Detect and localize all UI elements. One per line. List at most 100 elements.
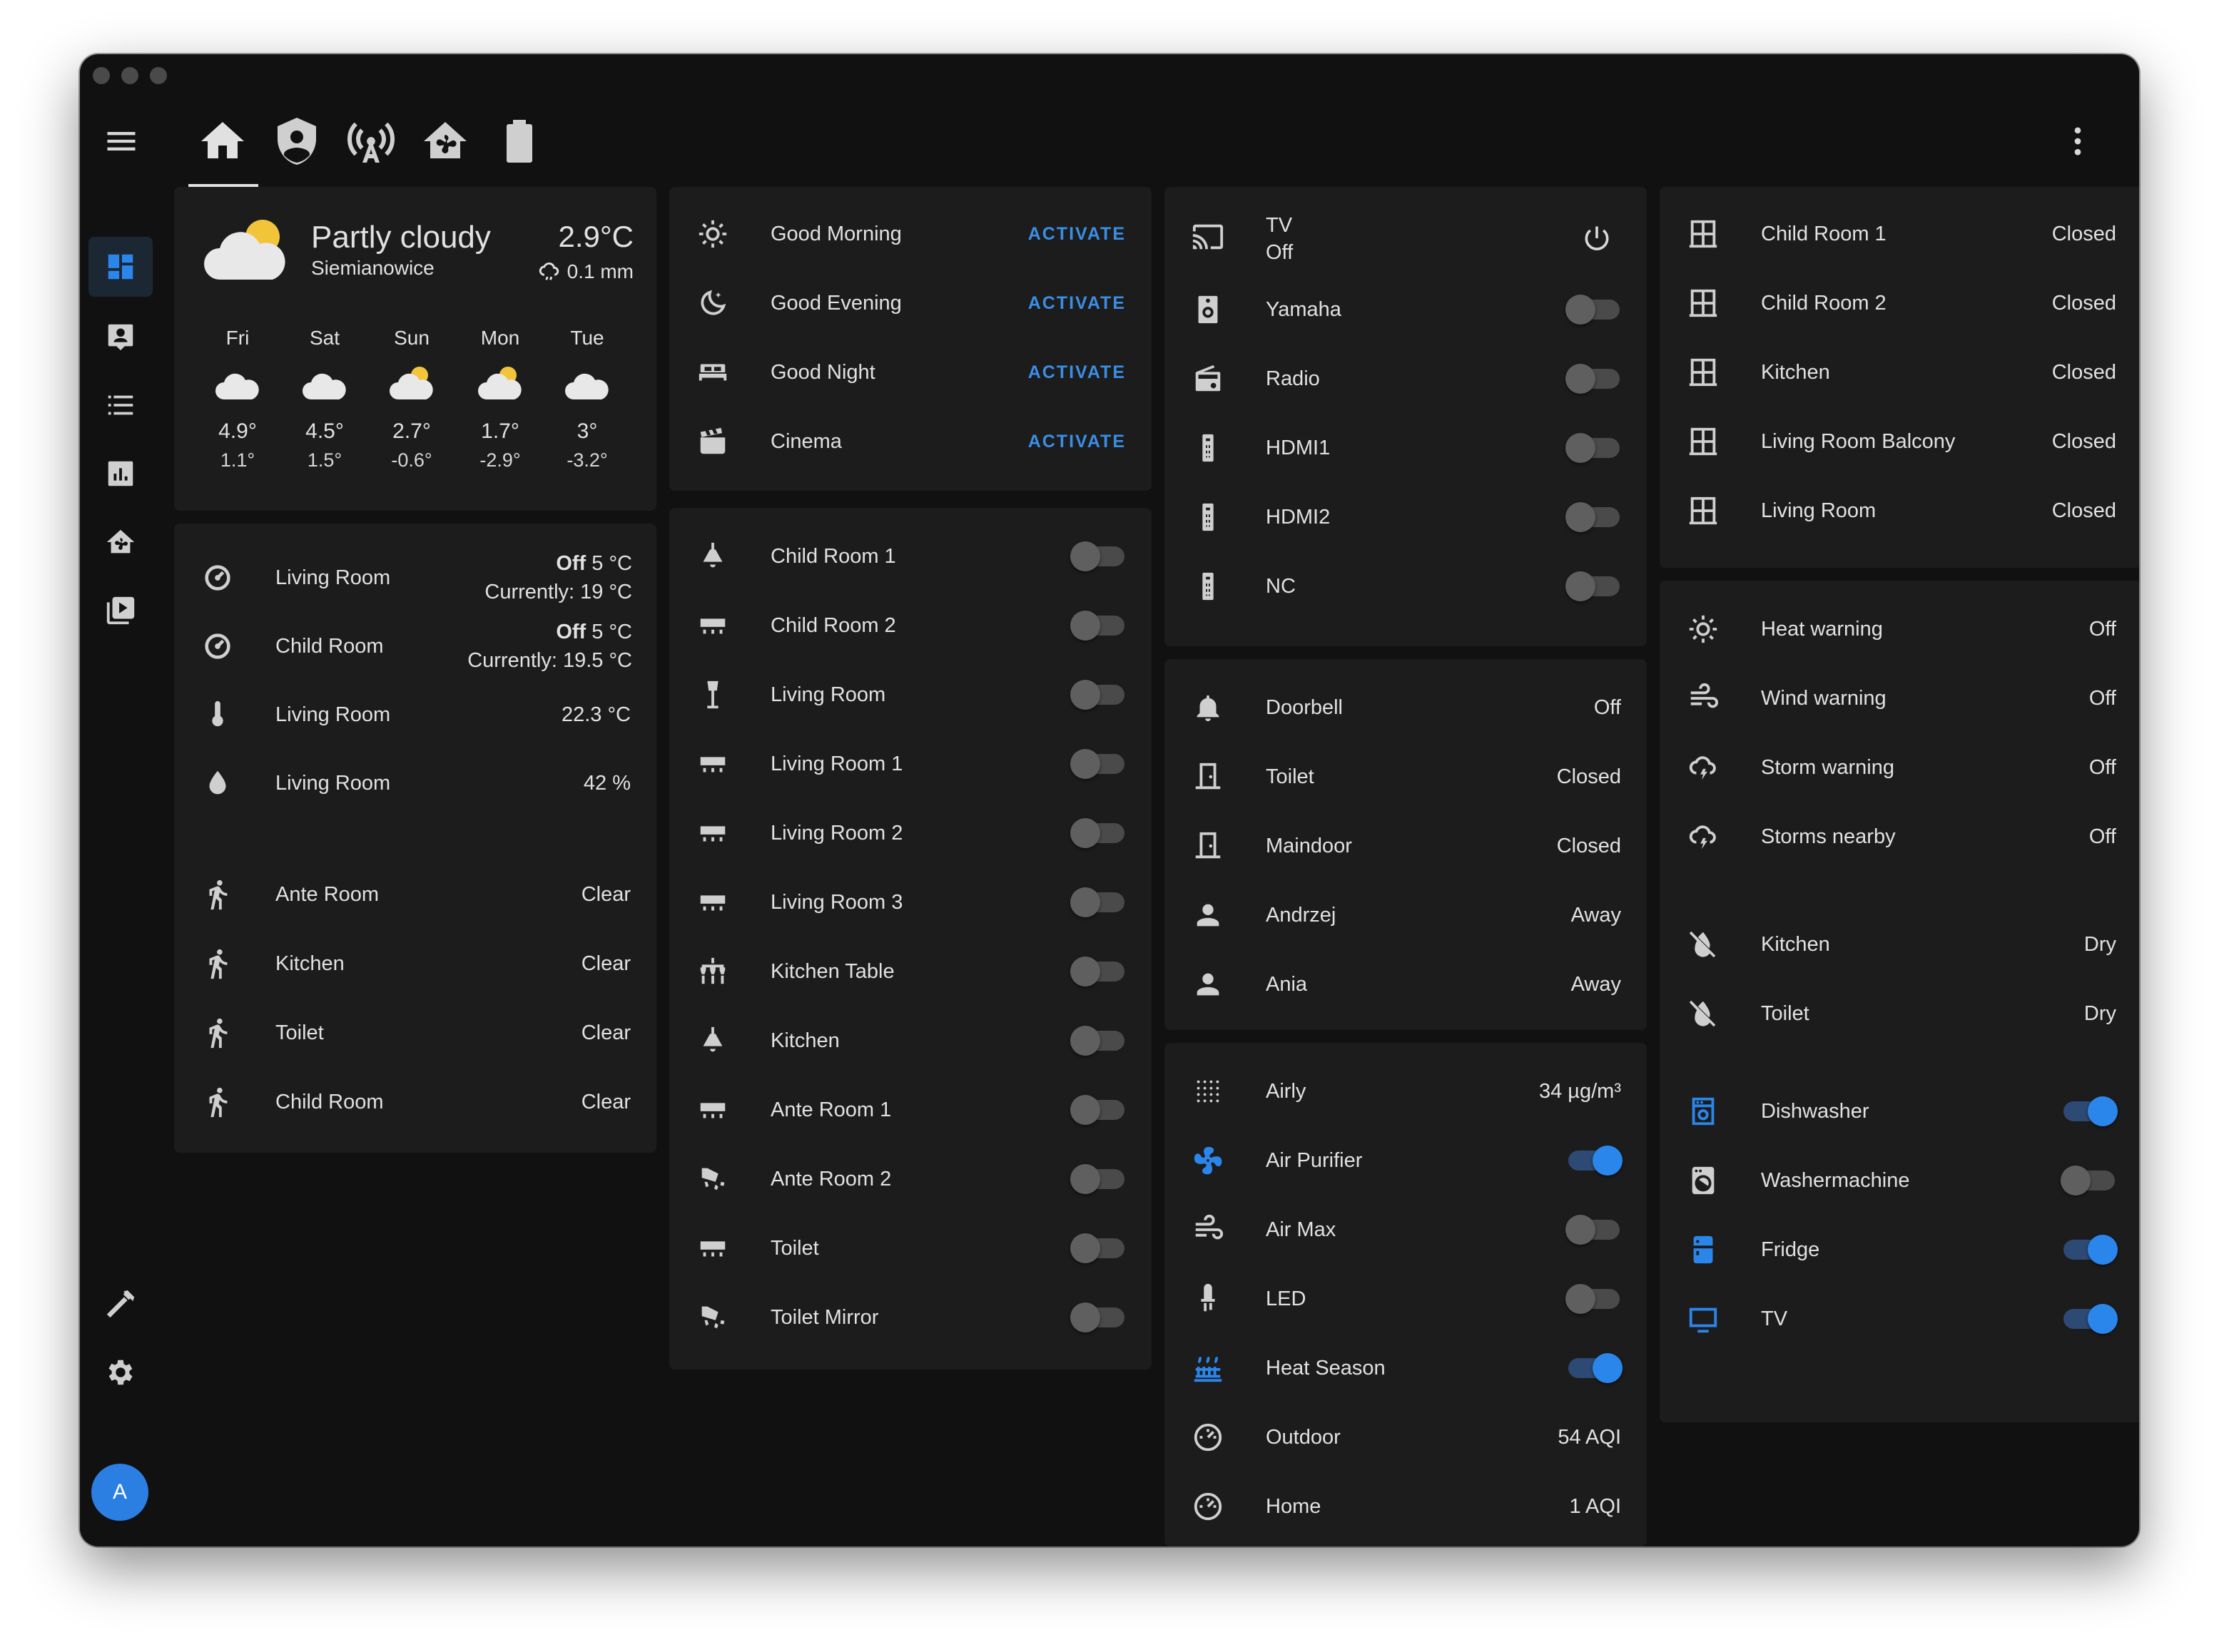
toggle-knob <box>1070 1233 1100 1263</box>
toggle-switch[interactable] <box>1070 1095 1124 1125</box>
scene-row[interactable]: Good Night ACTIVATE <box>669 338 1152 407</box>
menu-icon[interactable] <box>103 123 140 160</box>
toggle-switch[interactable] <box>2063 1235 2118 1265</box>
light-row[interactable]: Living Room 1 <box>669 730 1152 798</box>
toggle-switch[interactable] <box>1565 571 1620 601</box>
zoom-dot[interactable] <box>150 67 167 84</box>
toggle-switch[interactable] <box>1070 680 1124 710</box>
scene-row[interactable]: Cinema ACTIVATE <box>669 407 1152 476</box>
air-row[interactable]: Air Purifier <box>1164 1126 1647 1195</box>
toggle-switch[interactable] <box>1565 1215 1620 1245</box>
toggle-switch[interactable] <box>1070 1302 1124 1332</box>
scene-row[interactable]: Good Evening ACTIVATE <box>669 269 1152 337</box>
tab-security[interactable] <box>271 116 323 167</box>
scene-row[interactable]: Good Morning ACTIVATE <box>669 200 1152 268</box>
tab-network[interactable] <box>345 116 397 167</box>
close-dot[interactable] <box>93 67 110 84</box>
activate-button[interactable]: ACTIVATE <box>1028 293 1126 314</box>
toggle-switch[interactable] <box>1565 295 1620 325</box>
activate-button[interactable]: ACTIVATE <box>1028 362 1126 383</box>
sidebar-item-map[interactable] <box>88 307 153 367</box>
weather-card[interactable]: Partly cloudy Siemianowice 2.9°C 0.1 mm … <box>174 187 656 511</box>
appliance-row[interactable]: Dishwasher <box>1660 1077 2139 1146</box>
minimize-dot[interactable] <box>121 67 138 84</box>
air-row[interactable]: Air Max <box>1164 1195 1647 1264</box>
light-row[interactable]: Kitchen <box>669 1006 1152 1075</box>
air-row[interactable]: Home 1 AQI <box>1164 1472 1647 1541</box>
toggle-switch[interactable] <box>1070 957 1124 986</box>
toggle-switch[interactable] <box>1565 502 1620 532</box>
speaker-icon <box>1198 295 1218 324</box>
climate-row[interactable]: Living Room 22.3 °C <box>174 680 656 749</box>
air-row[interactable]: Airly 34 µg/m³ <box>1164 1057 1647 1126</box>
appliance-row[interactable]: TV <box>1660 1285 2139 1353</box>
light-row[interactable]: Living Room 3 <box>669 868 1152 937</box>
toggle-switch[interactable] <box>1565 433 1620 463</box>
air-row[interactable]: Outdoor 54 AQI <box>1164 1403 1647 1472</box>
row-label: Airly <box>1266 1079 1306 1103</box>
sidebar-item-logbook[interactable] <box>88 375 153 435</box>
toggle-switch[interactable] <box>1568 1146 1623 1176</box>
activate-button[interactable]: ACTIVATE <box>1028 224 1126 245</box>
wall-light-icon <box>701 1168 725 1190</box>
climate-row[interactable]: Living Room 42 % <box>174 749 656 817</box>
toggle-switch[interactable] <box>2063 1304 2118 1334</box>
tab-battery[interactable] <box>494 116 545 167</box>
toggle-switch[interactable] <box>1568 1353 1623 1383</box>
tab-automation[interactable] <box>420 116 471 167</box>
air-row[interactable]: Heat Season <box>1164 1334 1647 1402</box>
media-switch-row[interactable]: Radio <box>1164 345 1647 413</box>
row-label: Yamaha <box>1266 297 1341 321</box>
sidebar-item-automation[interactable] <box>88 512 153 572</box>
sidebar-item-settings[interactable] <box>88 1342 153 1402</box>
light-row[interactable]: Child Room 2 <box>669 591 1152 660</box>
ceiling-light-icon <box>703 542 723 568</box>
toggle-knob <box>1070 611 1100 641</box>
toggle-switch[interactable] <box>1565 1284 1620 1314</box>
power-button[interactable] <box>1581 223 1613 258</box>
light-row[interactable]: Child Room 1 <box>669 522 1152 591</box>
tab-home[interactable] <box>197 116 248 167</box>
partly-cloudy-icon <box>478 367 522 399</box>
sidebar-item-developer-tools[interactable] <box>88 1274 153 1334</box>
toggle-switch[interactable] <box>1070 541 1124 571</box>
avatar[interactable]: A <box>91 1464 148 1521</box>
climate-row[interactable]: Child Room Off 5 °C Currently: 19.5 °C <box>174 612 656 680</box>
climate-row[interactable]: Living Room Off 5 °C Currently: 19 °C <box>174 544 656 612</box>
tv-media-player[interactable]: TV Off <box>1164 200 1647 274</box>
toggle-switch[interactable] <box>1070 1233 1124 1263</box>
toggle-switch[interactable] <box>2061 1166 2115 1195</box>
air-row[interactable]: LED <box>1164 1265 1647 1333</box>
toggle-switch[interactable] <box>2063 1096 2118 1126</box>
sidebar-item-history[interactable] <box>88 444 153 504</box>
light-row[interactable]: Living Room 2 <box>669 799 1152 867</box>
light-row[interactable]: Toilet Mirror <box>669 1283 1152 1352</box>
media-switch-row[interactable]: HDMI1 <box>1164 414 1647 482</box>
toggle-switch[interactable] <box>1070 818 1124 848</box>
appliance-row[interactable]: Fridge <box>1660 1215 2139 1284</box>
more-options-icon[interactable] <box>2059 123 2096 160</box>
row-label: Child Room 2 <box>771 613 896 637</box>
media-switch-row[interactable]: HDMI2 <box>1164 483 1647 551</box>
toggle-switch[interactable] <box>1070 887 1124 917</box>
toggle-switch[interactable] <box>1070 1026 1124 1056</box>
media-switch-row[interactable]: Yamaha <box>1164 275 1647 344</box>
sidebar-item-media[interactable] <box>88 581 153 641</box>
light-row[interactable]: Kitchen Table <box>669 937 1152 1006</box>
row-value: Off <box>2088 825 2116 848</box>
light-row[interactable]: Ante Room 2 <box>669 1145 1152 1213</box>
toggle-switch[interactable] <box>1070 749 1124 779</box>
activate-button[interactable]: ACTIVATE <box>1028 432 1126 452</box>
leak-icon <box>1689 1000 1716 1027</box>
appliance-row[interactable]: Washermachine <box>1660 1146 2139 1215</box>
row-label: Radio <box>1266 367 1320 390</box>
media-switch-row[interactable]: NC <box>1164 552 1647 621</box>
toggle-switch[interactable] <box>1565 364 1620 394</box>
toggle-switch[interactable] <box>1070 611 1124 641</box>
light-row[interactable]: Living Room <box>669 661 1152 729</box>
motion-sensor-row: Child Room Clear <box>174 1068 656 1136</box>
sidebar-item-overview[interactable] <box>88 237 153 297</box>
toggle-switch[interactable] <box>1070 1164 1124 1194</box>
light-row[interactable]: Toilet <box>669 1214 1152 1283</box>
light-row[interactable]: Ante Room 1 <box>669 1076 1152 1144</box>
